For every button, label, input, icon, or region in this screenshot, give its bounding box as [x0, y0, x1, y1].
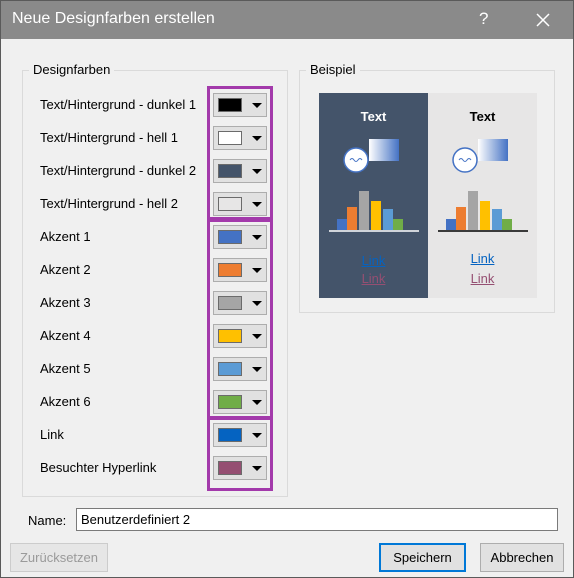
label-accent-5: Akzent 5 [40, 361, 91, 376]
cancel-button[interactable]: Abbrechen [480, 543, 564, 572]
name-input[interactable] [76, 508, 558, 531]
label-accent-4: Akzent 4 [40, 328, 91, 343]
title-bar: Neue Designfarben erstellen ? [1, 1, 573, 39]
label-accent-6: Akzent 6 [40, 394, 91, 409]
preview-light-shapes [452, 139, 508, 173]
preview-dark-text: Text [360, 109, 387, 124]
highlight-text-background [207, 86, 273, 220]
preview-dark-link: Link [361, 253, 386, 268]
label-text-bg-dark-1: Text/Hintergrund - dunkel 1 [40, 97, 197, 112]
help-button[interactable]: ? [479, 9, 488, 29]
preview-light: Text Link Link [428, 93, 537, 298]
preview-light-link: Link [470, 251, 495, 266]
beispiel-group-label: Beispiel [306, 62, 360, 77]
label-text-bg-light-1: Text/Hintergrund - hell 1 [40, 130, 179, 145]
preview-light-chart [438, 191, 528, 232]
preview-dark-visited-link: Link [361, 271, 386, 286]
dialog-title: Neue Designfarben erstellen [12, 10, 215, 27]
preview-dark: Text Link Link [319, 93, 428, 298]
label-accent-2: Akzent 2 [40, 262, 91, 277]
save-button[interactable]: Speichern [379, 543, 466, 572]
preview-dark-chart [329, 191, 419, 232]
preview-dark-shapes [343, 139, 399, 173]
reset-button[interactable]: Zurücksetzen [10, 543, 108, 572]
preview-light-visited-link: Link [470, 271, 495, 286]
label-accent-3: Akzent 3 [40, 295, 91, 310]
designfarben-group-label: Designfarben [29, 62, 115, 77]
dialog-window: Neue Designfarben erstellen ? Designfarb… [0, 0, 574, 578]
label-link: Link [40, 427, 64, 442]
label-text-bg-dark-2: Text/Hintergrund - dunkel 2 [40, 163, 197, 178]
highlight-accents [207, 219, 273, 419]
label-accent-1: Akzent 1 [40, 229, 91, 244]
label-text-bg-light-2: Text/Hintergrund - hell 2 [40, 196, 179, 211]
highlight-links [207, 417, 273, 491]
label-visited-hyperlink: Besuchter Hyperlink [40, 460, 157, 475]
name-label: Name: [28, 513, 67, 528]
preview-light-text: Text [469, 109, 496, 124]
close-icon[interactable] [528, 5, 558, 35]
